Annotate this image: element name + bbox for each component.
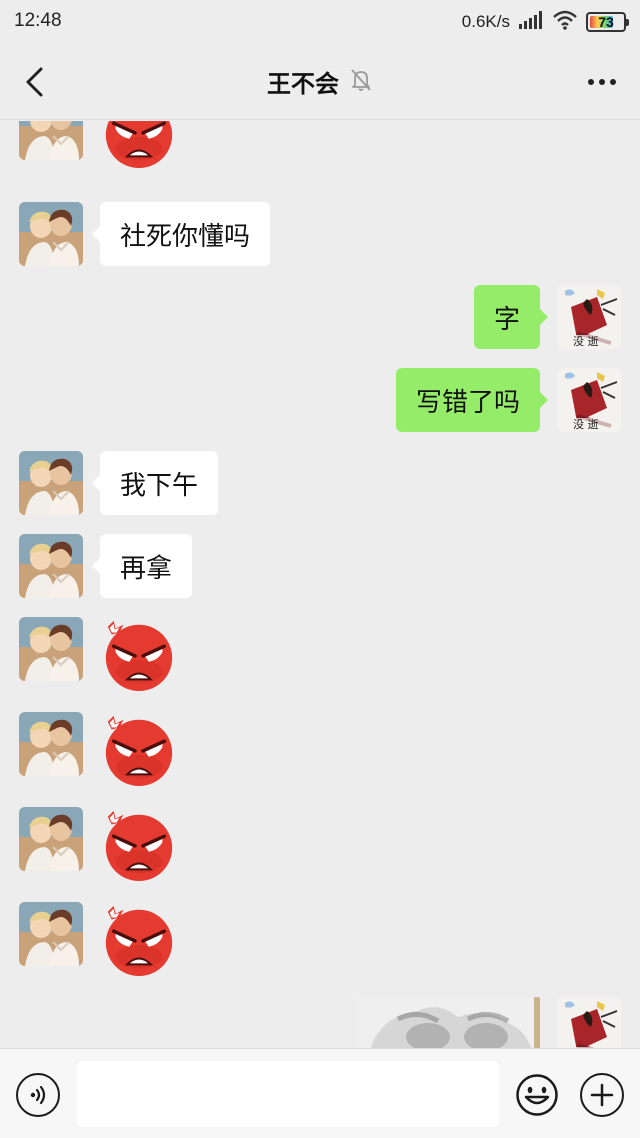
more-dots-icon — [599, 79, 605, 85]
battery-level: 73 — [598, 14, 614, 30]
my-avatar[interactable] — [557, 997, 621, 1048]
message-bubble[interactable]: 字 — [473, 285, 549, 349]
message-bubble[interactable]: 写错了吗 — [395, 368, 549, 432]
message-row — [0, 617, 640, 697]
message-row: 社死你懂吗 — [0, 202, 640, 266]
status-bar: 12:48 0.6K/s 73 — [0, 0, 640, 44]
contact-avatar[interactable] — [19, 712, 83, 776]
contact-avatar[interactable] — [19, 451, 83, 515]
message-row: 我下午 — [0, 451, 640, 515]
more-options-button[interactable] — [582, 68, 622, 96]
voice-button[interactable] — [16, 1073, 60, 1117]
wifi-icon — [552, 10, 578, 34]
more-dots-icon — [588, 79, 594, 85]
contact-avatar[interactable] — [19, 617, 83, 681]
plus-icon — [590, 1083, 614, 1107]
message-bubble[interactable]: 我下午 — [91, 451, 219, 515]
chat-screen: 12:48 0.6K/s 73 王不会 社死你懂吗 字 写错了吗 我下午 再拿 — [0, 0, 640, 1138]
contact-avatar[interactable] — [19, 902, 83, 966]
voice-icon — [30, 1085, 46, 1105]
message-row — [0, 997, 640, 1048]
contact-avatar[interactable] — [19, 534, 83, 598]
signal-icon — [518, 10, 544, 34]
image-message[interactable] — [358, 997, 540, 1048]
status-indicators: 0.6K/s 73 — [461, 8, 629, 36]
message-bubble[interactable]: 社死你懂吗 — [91, 202, 271, 266]
blurry-photo — [358, 997, 540, 1048]
emoji-button[interactable] — [515, 1073, 559, 1117]
message-row: 再拿 — [0, 534, 640, 598]
input-bar — [0, 1048, 640, 1138]
chat-header: 王不会 — [0, 44, 640, 120]
bell-off-icon — [349, 67, 373, 97]
message-row — [0, 902, 640, 982]
message-bubble[interactable]: 再拿 — [91, 534, 193, 598]
message-row — [0, 807, 640, 887]
emoji-icon — [516, 1074, 558, 1116]
contact-avatar[interactable] — [19, 121, 83, 160]
angry-face-sticker[interactable] — [100, 121, 178, 170]
angry-face-sticker[interactable] — [100, 900, 178, 978]
status-time: 12:48 — [14, 10, 62, 31]
chat-title: 王不会 — [267, 70, 339, 98]
my-avatar[interactable] — [557, 368, 621, 432]
my-avatar[interactable] — [557, 285, 621, 349]
network-speed: 0.6K/s — [461, 12, 510, 31]
message-row — [0, 121, 640, 176]
angry-face-sticker[interactable] — [100, 615, 178, 693]
more-dots-icon — [610, 79, 616, 85]
angry-face-sticker[interactable] — [100, 710, 178, 788]
angry-face-sticker[interactable] — [100, 805, 178, 883]
battery-icon: 73 — [586, 12, 629, 32]
title-group: 王不会 — [0, 64, 640, 99]
contact-avatar[interactable] — [19, 807, 83, 871]
contact-avatar[interactable] — [19, 202, 83, 266]
message-row: 写错了吗 — [0, 368, 640, 432]
message-row — [0, 712, 640, 792]
plus-button[interactable] — [580, 1073, 624, 1117]
message-list[interactable]: 社死你懂吗 字 写错了吗 我下午 再拿 — [0, 121, 640, 1048]
message-input[interactable] — [77, 1061, 499, 1127]
message-row: 字 — [0, 285, 640, 349]
